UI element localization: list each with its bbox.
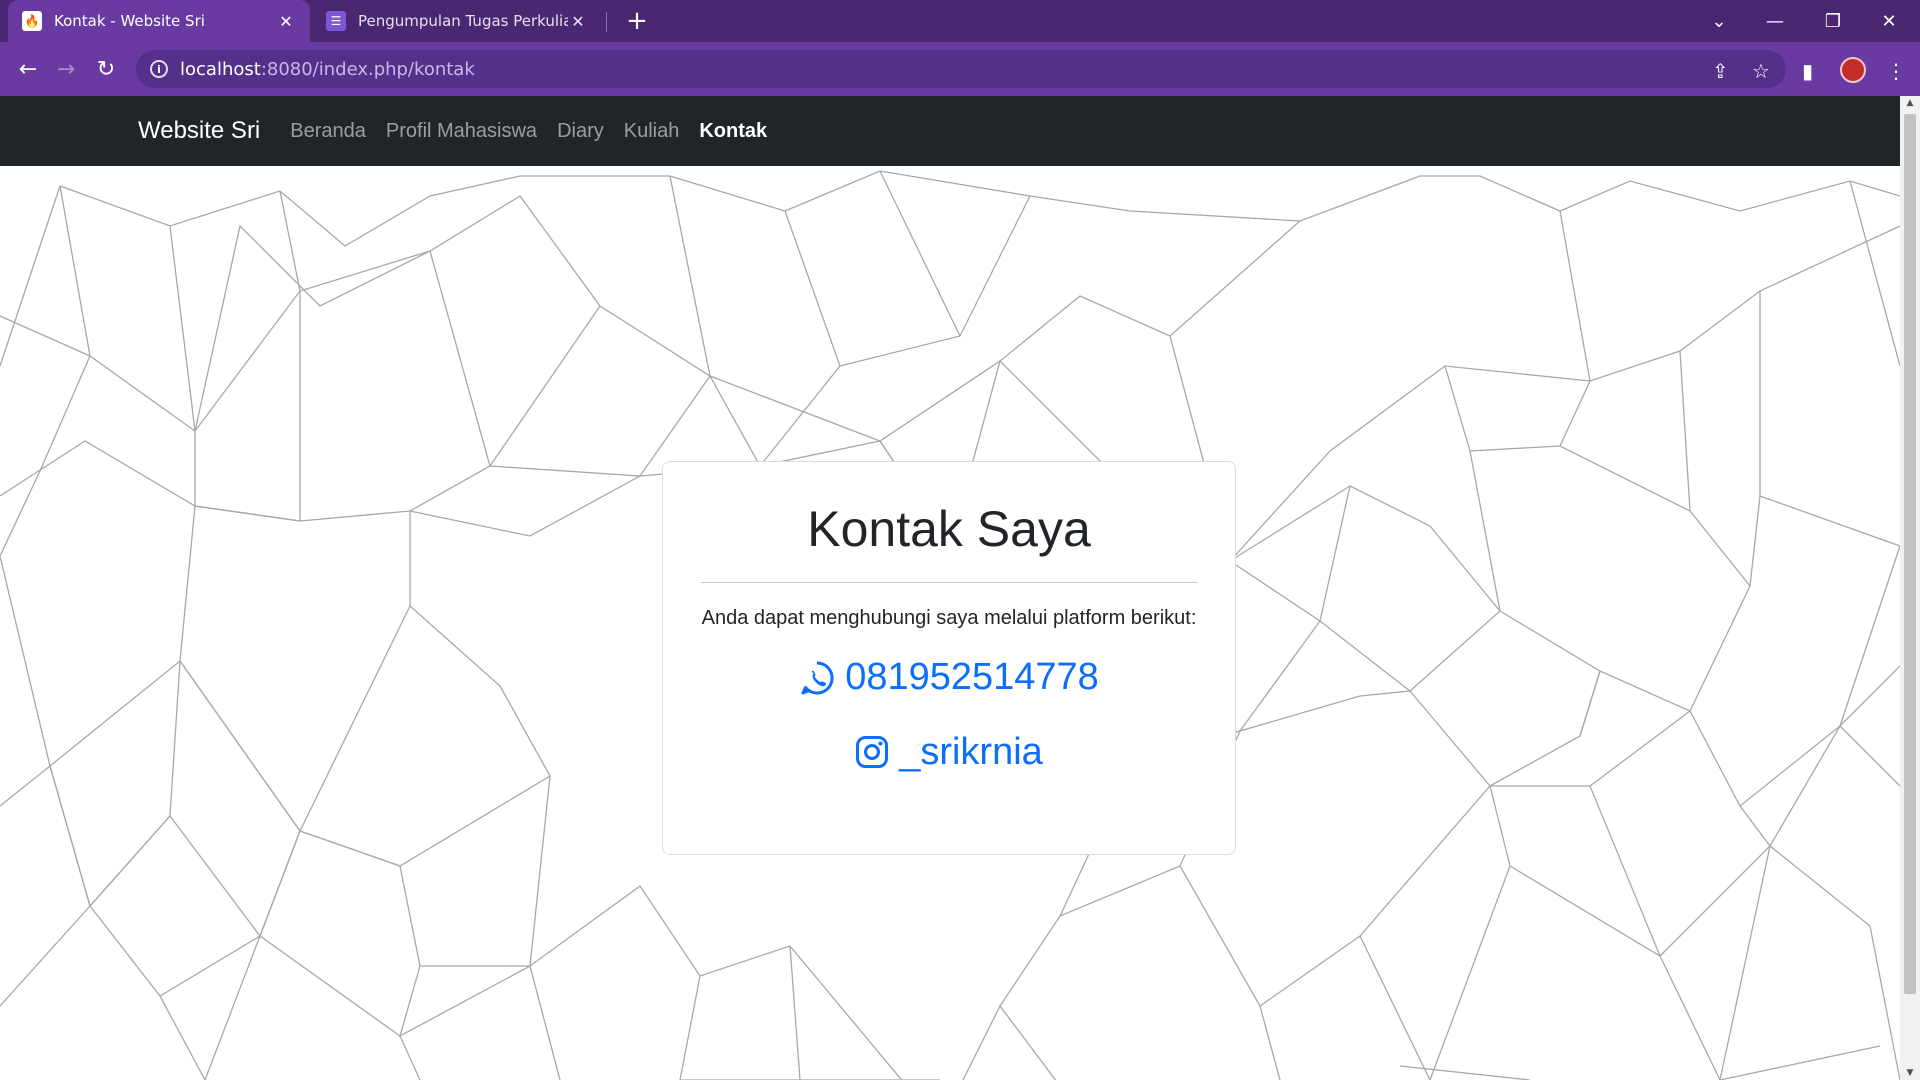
close-window-button[interactable]: ✕ bbox=[1862, 0, 1916, 42]
tab-separator bbox=[606, 12, 607, 32]
site-info-icon[interactable]: i bbox=[150, 60, 168, 78]
url-path: :8080/index.php/kontak bbox=[260, 58, 475, 80]
scrollbar-thumb[interactable] bbox=[1904, 114, 1916, 994]
reload-button[interactable]: ↻ bbox=[88, 51, 124, 87]
contact-card: Kontak Saya Anda dapat menghubungi saya … bbox=[662, 461, 1236, 855]
close-tab-icon[interactable]: ✕ bbox=[276, 12, 296, 31]
codeigniter-favicon-icon: 🔥 bbox=[22, 11, 42, 31]
tab-search-icon[interactable]: ⌄ bbox=[1692, 0, 1746, 42]
card-title: Kontak Saya bbox=[807, 501, 1091, 557]
instagram-icon bbox=[856, 736, 889, 768]
scroll-down-icon[interactable]: ▼ bbox=[1900, 1068, 1920, 1078]
nav-link-kuliah[interactable]: Kuliah bbox=[624, 120, 680, 143]
side-panel-icon[interactable]: ▮ bbox=[1802, 59, 1813, 83]
menu-kebab-icon[interactable]: ⋮ bbox=[1886, 59, 1906, 83]
whatsapp-icon bbox=[801, 660, 834, 694]
restore-button[interactable]: ❐ bbox=[1806, 0, 1860, 42]
divider bbox=[701, 582, 1197, 583]
new-tab-button[interactable]: + bbox=[622, 4, 652, 38]
forward-button[interactable]: → bbox=[48, 51, 84, 87]
nav-link-kontak[interactable]: Kontak bbox=[699, 120, 767, 143]
url-host: localhost bbox=[180, 58, 261, 80]
tab-title: Kontak - Website Sri bbox=[54, 12, 205, 30]
site-navbar: Website Sri Beranda Profil Mahasiswa Dia… bbox=[0, 96, 1900, 166]
tab-strip: 🔥 Kontak - Website Sri ✕ ☰ Pengumpulan T… bbox=[0, 0, 1920, 42]
share-icon[interactable]: ⇪ bbox=[1712, 59, 1729, 83]
page-scrollbar[interactable]: ▲ ▼ bbox=[1900, 96, 1920, 1080]
list-favicon-icon: ☰ bbox=[326, 11, 346, 31]
tab-kontak[interactable]: 🔥 Kontak - Website Sri ✕ bbox=[8, 0, 310, 42]
page-viewport: Website Sri Beranda Profil Mahasiswa Dia… bbox=[0, 96, 1900, 1080]
tab-title: Pengumpulan Tugas Perkuliahan bbox=[358, 12, 568, 30]
address-bar[interactable]: i localhost:8080/index.php/kontak bbox=[136, 50, 1786, 88]
navbar-brand[interactable]: Website Sri bbox=[138, 117, 260, 145]
nav-link-profil-mahasiswa[interactable]: Profil Mahasiswa bbox=[386, 120, 537, 143]
browser-toolbar: ← → ↻ i localhost:8080/index.php/kontak … bbox=[0, 42, 1920, 96]
scroll-up-icon[interactable]: ▲ bbox=[1900, 98, 1920, 108]
bookmark-star-icon[interactable]: ☆ bbox=[1752, 59, 1770, 83]
nav-link-beranda[interactable]: Beranda bbox=[290, 120, 366, 143]
profile-avatar[interactable] bbox=[1840, 57, 1866, 83]
minimize-button[interactable]: — bbox=[1748, 0, 1802, 42]
back-button[interactable]: ← bbox=[10, 51, 46, 87]
whatsapp-link[interactable]: 081952514778 bbox=[799, 656, 1099, 699]
close-tab-icon[interactable]: ✕ bbox=[568, 12, 588, 31]
card-description: Anda dapat menghubungi saya melalui plat… bbox=[701, 607, 1197, 629]
instagram-link[interactable]: _srikrnia bbox=[855, 731, 1043, 774]
whatsapp-number: 081952514778 bbox=[845, 656, 1099, 698]
instagram-handle: _srikrnia bbox=[899, 730, 1043, 773]
tab-pengumpulan[interactable]: ☰ Pengumpulan Tugas Perkuliahan ✕ bbox=[312, 0, 602, 42]
nav-link-diary[interactable]: Diary bbox=[557, 120, 604, 143]
